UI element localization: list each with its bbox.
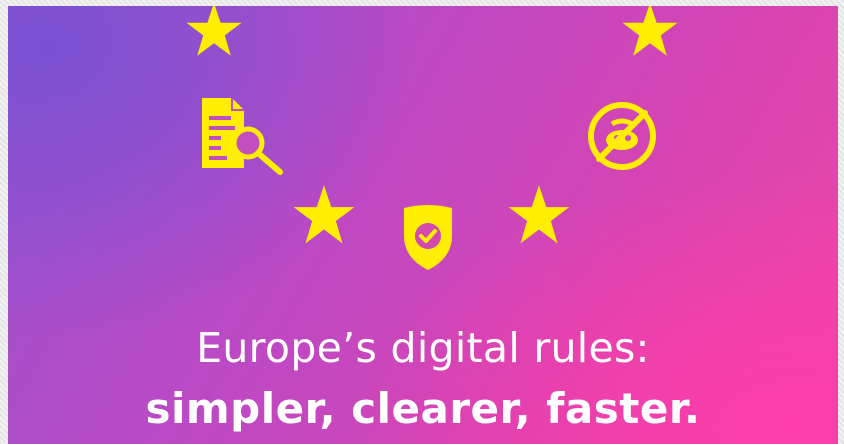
- image-frame: Europe’s digital rules: simpler, clearer…: [0, 0, 844, 444]
- document-search-icon: [202, 98, 283, 175]
- poster: Europe’s digital rules: simpler, clearer…: [8, 6, 838, 444]
- no-tracking-icon: [588, 102, 656, 170]
- star-icon: [293, 185, 355, 244]
- star-icon: [186, 6, 242, 56]
- headline-line-2: simpler, clearer, faster.: [145, 384, 701, 433]
- star-icon: [622, 6, 678, 56]
- star-icon: [508, 185, 570, 244]
- headline-line-1: Europe’s digital rules:: [196, 324, 650, 372]
- shield-check-icon: [404, 205, 452, 270]
